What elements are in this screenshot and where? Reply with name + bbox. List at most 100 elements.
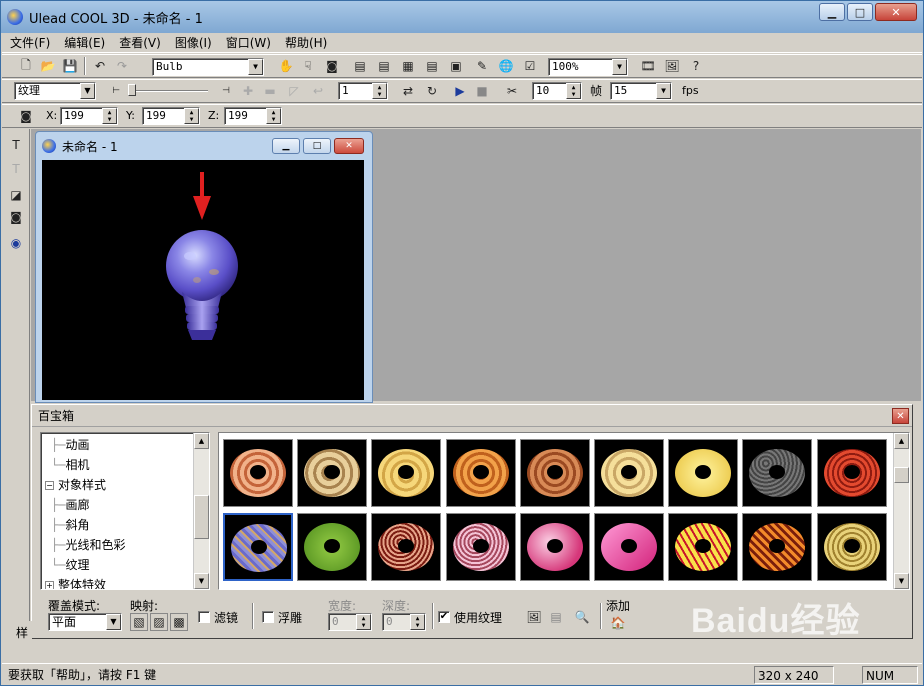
mapping-cylinder-icon[interactable]: ▨ — [150, 613, 168, 631]
tree-item[interactable]: ├─动画 — [51, 435, 89, 455]
document-close-button[interactable]: ✕ — [334, 138, 364, 154]
scroll-thumb[interactable] — [194, 495, 209, 539]
rotate-view-icon[interactable]: ◉ — [6, 233, 26, 253]
texture-thumbnail[interactable] — [371, 513, 442, 581]
texture-thumbnail[interactable] — [445, 513, 516, 581]
document-minimize-button[interactable]: ▁ — [272, 138, 300, 154]
open-folder-icon[interactable]: 📂 — [38, 56, 58, 76]
tree-item[interactable]: └─纹理 — [51, 555, 89, 575]
texture-thumbnail[interactable] — [668, 439, 739, 507]
scroll-thumb[interactable] — [894, 467, 909, 483]
insert-geometry-icon[interactable]: ◪ — [6, 185, 26, 205]
stop-icon[interactable]: ■ — [472, 81, 492, 101]
emboss-checkbox[interactable] — [262, 611, 274, 623]
chevron-down-icon[interactable]: ▼ — [248, 59, 263, 75]
zoom-combo[interactable]: 100% ▼ — [548, 58, 628, 76]
tree-item[interactable]: ├─画廊 — [51, 495, 89, 515]
texture-thumbnail[interactable] — [223, 513, 293, 581]
total-frames-spinner[interactable]: 10 ▲ ▼ — [532, 82, 582, 100]
scroll-down-icon[interactable]: ▼ — [194, 573, 209, 589]
tree-item[interactable]: └─相机 — [51, 455, 89, 475]
context-help-icon[interactable]: ? — [686, 56, 706, 76]
mapping-sphere-icon[interactable]: ▩ — [170, 613, 188, 631]
texture-edit-icon[interactable]: ▤ — [546, 607, 566, 627]
document-maximize-button[interactable]: □ — [303, 138, 331, 154]
save-icon[interactable]: 💾 — [60, 56, 80, 76]
texture-thumbnail[interactable] — [816, 439, 887, 507]
cover-mode-combo[interactable]: 平面 ▼ — [48, 613, 122, 631]
texture-thumbnail[interactable] — [223, 439, 293, 507]
chevron-down-icon[interactable]: ▼ — [612, 59, 627, 75]
play-icon[interactable]: ▶ — [450, 81, 470, 101]
minimize-button[interactable]: ▁ — [819, 3, 845, 21]
render-brush-icon[interactable]: ✎ — [472, 56, 492, 76]
select-object-icon[interactable]: ◙ — [6, 207, 26, 227]
tree-item[interactable]: + 整体特效 — [45, 575, 106, 589]
texture-thumbnail[interactable] — [297, 439, 368, 507]
menu-view[interactable]: 查看(V) — [119, 34, 161, 51]
scroll-down-icon[interactable]: ▼ — [894, 573, 909, 589]
menu-window[interactable]: 窗口(W) — [226, 34, 271, 51]
use-texture-checkbox[interactable]: ✔ — [438, 611, 450, 623]
texture-thumbnail[interactable] — [594, 439, 664, 507]
menu-file[interactable]: 文件(F) — [10, 34, 50, 51]
spin-up-down-icon[interactable]: ▲ ▼ — [356, 614, 371, 630]
chevron-down-icon[interactable]: ▼ — [656, 83, 671, 99]
spin-up-down-icon[interactable]: ▲ ▼ — [566, 83, 581, 99]
tree-scrollbar[interactable]: ▲ ▼ — [193, 433, 209, 589]
size-object-icon[interactable]: ◙ — [322, 56, 342, 76]
attribute-category-combo[interactable]: 纹理 ▼ — [14, 82, 96, 100]
spin-up-down-icon[interactable]: ▲ ▼ — [410, 614, 425, 630]
close-button[interactable]: ✕ — [875, 3, 917, 21]
y-spinner[interactable]: 199 ▲ ▼ — [142, 107, 200, 125]
spin-up-down-icon[interactable]: ▲ ▼ — [372, 83, 387, 99]
smooth-path-icon[interactable]: ✂ — [502, 81, 522, 101]
collapse-icon[interactable]: − — [45, 481, 54, 490]
new-file-icon[interactable]: 🗋 — [16, 56, 36, 76]
move-hand-icon[interactable]: ✋ — [276, 56, 296, 76]
menu-help[interactable]: 帮助(H) — [285, 34, 327, 51]
reverse-key-icon[interactable]: ◸ — [284, 81, 304, 101]
add-key-icon[interactable]: ✚ — [238, 81, 258, 101]
texture-thumbnail[interactable] — [816, 513, 887, 581]
texture-thumbnail[interactable] — [297, 513, 368, 581]
keyframe-add-icon[interactable]: ⊢ — [106, 81, 126, 101]
menu-edit[interactable]: 编辑(E) — [64, 34, 105, 51]
fps-combo[interactable]: 15 ▼ — [610, 82, 672, 100]
redo-icon[interactable]: ↷ — [112, 56, 132, 76]
texture-thumbnail[interactable] — [594, 513, 664, 581]
light-view-4-icon[interactable]: ▤ — [422, 56, 442, 76]
loop-icon[interactable]: ↻ — [422, 81, 442, 101]
menu-image[interactable]: 图像(I) — [175, 34, 212, 51]
render-canvas[interactable] — [42, 160, 364, 400]
depth-spinner[interactable]: 0 ▲ ▼ — [382, 613, 426, 631]
spin-up-down-icon[interactable]: ▲ ▼ — [266, 108, 281, 124]
z-spinner[interactable]: 199 ▲ ▼ — [224, 107, 282, 125]
chevron-down-icon[interactable]: ▼ — [80, 83, 95, 99]
insert-text-icon[interactable]: T — [6, 135, 26, 155]
tree-item[interactable]: ├─光线和色彩 — [51, 535, 125, 555]
globe-icon[interactable]: 🌐 — [496, 56, 516, 76]
loop-key-icon[interactable]: ↩ — [308, 81, 328, 101]
texture-thumbnail[interactable] — [668, 513, 739, 581]
thumbnails-scrollbar[interactable]: ▲ ▼ — [893, 433, 909, 589]
remove-key-icon[interactable]: ▬ — [260, 81, 280, 101]
maximize-button[interactable]: □ — [847, 3, 873, 21]
scroll-up-icon[interactable]: ▲ — [894, 433, 909, 449]
palette-close-button[interactable]: ✕ — [892, 408, 909, 424]
x-spinner[interactable]: 199 ▲ ▼ — [60, 107, 118, 125]
width-spinner[interactable]: 0 ▲ ▼ — [328, 613, 372, 631]
texture-zoom-icon[interactable]: 🔍 — [572, 607, 592, 627]
video-export-icon[interactable]: 🎞 — [638, 56, 658, 76]
scroll-up-icon[interactable]: ▲ — [194, 433, 209, 449]
timeline-slider-thumb[interactable] — [128, 84, 136, 96]
spin-up-down-icon[interactable]: ▲ ▼ — [184, 108, 199, 124]
tree-item[interactable]: ├─斜角 — [51, 515, 89, 535]
keyframe-next-icon[interactable]: ⊣ — [216, 81, 236, 101]
mapping-planar-icon[interactable]: ▧ — [130, 613, 148, 631]
rotate-hand-icon[interactable]: ☟ — [298, 56, 318, 76]
chevron-down-icon[interactable]: ▼ — [106, 614, 121, 630]
current-frame-spinner[interactable]: 1 ▲ ▼ — [338, 82, 388, 100]
tree-item[interactable]: − 对象样式 — [45, 475, 106, 495]
add-to-palette-icon[interactable]: 🏠 — [608, 613, 628, 633]
